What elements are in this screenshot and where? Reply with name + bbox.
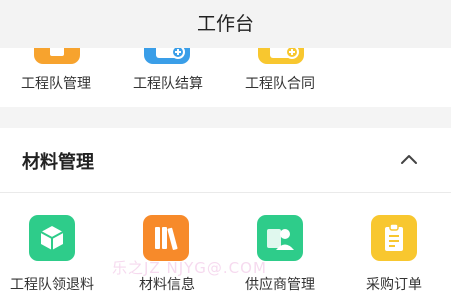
materials-section-header[interactable]: 材料管理 [0, 128, 451, 193]
supplier-management-icon [257, 215, 303, 261]
workbench-screen: 工程队管理 工程队结算 工程队合同 工作台 材料管理 工程队领退料 材料信息 供… [0, 0, 451, 292]
grid-item-label: 工程队管理 [21, 76, 91, 92]
grid-item-supplier-management[interactable]: 供应商管理 [224, 193, 336, 292]
material-pickup-return-icon [29, 215, 75, 261]
materials-section-grid: 工程队领退料 材料信息 供应商管理 采购订单 乐之JZ NJYG@.COM [0, 193, 451, 292]
grid-item-purchase-order[interactable]: 采购订单 [336, 193, 448, 292]
grid-item-material-info[interactable]: 材料信息 [112, 193, 224, 292]
top-nav-bar: 工作台 [0, 0, 451, 48]
grid-item-label: 工程队结算 [133, 76, 203, 92]
chevron-up-icon[interactable] [399, 150, 419, 170]
material-info-icon [143, 215, 189, 261]
section-title: 材料管理 [22, 152, 94, 173]
grid-item-label: 材料信息 [139, 277, 195, 292]
page-title: 工作台 [196, 12, 254, 35]
grid-item-label: 工程队领退料 [10, 277, 94, 292]
grid-item-material-pickup-return[interactable]: 工程队领退料 [0, 193, 112, 292]
grid-item-label: 采购订单 [366, 277, 422, 292]
purchase-order-icon [371, 215, 417, 261]
grid-item-label: 供应商管理 [245, 277, 315, 292]
grid-item-label: 工程队合同 [245, 76, 315, 92]
